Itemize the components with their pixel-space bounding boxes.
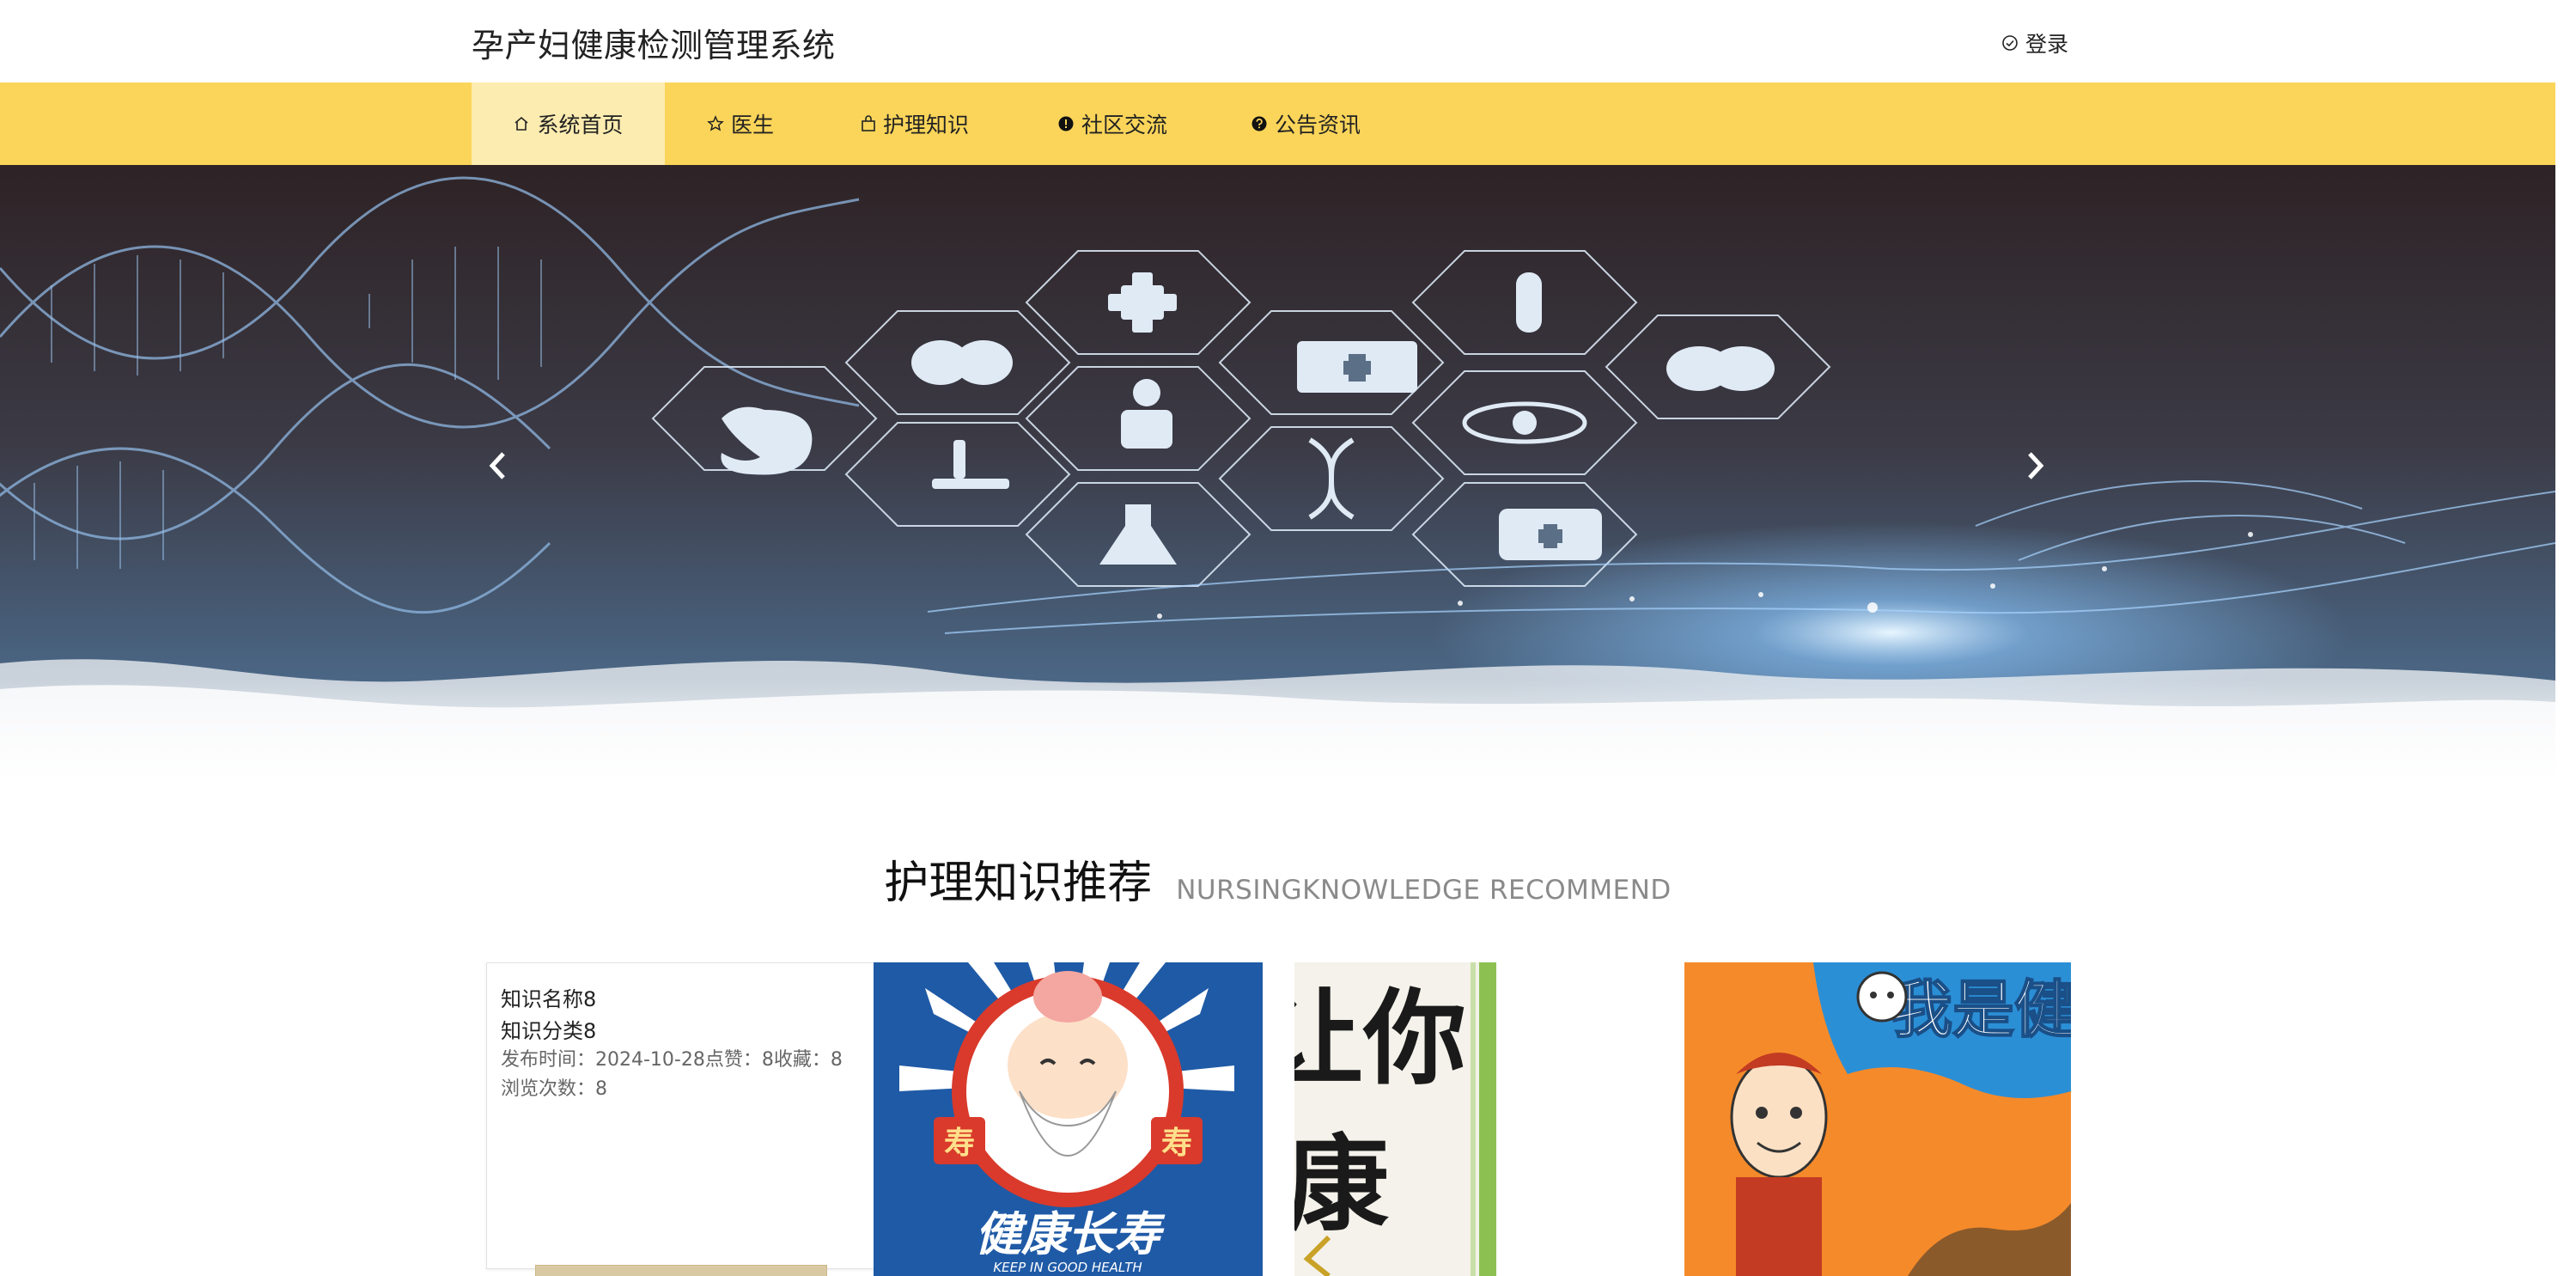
- poster1-subtitle: KEEP IN GOOD HEALTH: [993, 1260, 1142, 1275]
- section-title: 护理知识推荐: [884, 858, 1153, 909]
- poster1-title: 健康长寿: [975, 1207, 1166, 1261]
- star-icon: [707, 115, 724, 132]
- nav-item-label: 护理知识: [882, 113, 969, 137]
- login-label: 登录: [2025, 32, 2069, 57]
- nav-item-community[interactable]: 社区交流: [1044, 82, 1181, 165]
- poster2-top-text: 让你: [1294, 980, 1466, 1099]
- knowledge-cards: 知识名称8 知识分类8 发布时间：2024-10-28点赞：8收藏：8 浏览次数…: [486, 962, 2071, 1276]
- question-icon: [1251, 115, 1268, 132]
- home-icon: [513, 115, 530, 132]
- knowledge-card-image-3[interactable]: 我是健康宝: [1684, 962, 2071, 1276]
- poster1-badge-left: 寿: [944, 1126, 975, 1161]
- knowledge-meta-line2: 浏览次数：8: [501, 1078, 607, 1100]
- knowledge-card-image-1[interactable]: 寿 寿 健康长寿 KEEP IN GOOD HEALTH: [874, 962, 1263, 1276]
- info-icon: [1057, 115, 1075, 132]
- poster3-title: 我是健康宝: [1891, 974, 2071, 1046]
- knowledge-meta: 发布时间：2024-10-28点赞：8收藏：8 浏览次数：8: [501, 1046, 843, 1104]
- carousel-prev-button[interactable]: [472, 440, 523, 491]
- banner-image: [0, 165, 2555, 780]
- main-nav: 系统首页 医生 护理知识 社区交流 公告资讯: [0, 82, 2555, 165]
- poster-health-cartoon: 我是健康宝: [1684, 962, 2071, 1276]
- knowledge-card-image-2[interactable]: 让你 康: [1294, 962, 1496, 1276]
- bag-icon: [861, 115, 876, 132]
- nav-item-label: 社区交流: [1081, 113, 1167, 137]
- site-title: 孕产妇健康检测管理系统: [472, 27, 836, 64]
- nav-item-announcements[interactable]: 公告资讯: [1237, 82, 1374, 165]
- section-header: 护理知识推荐 NURSINGKNOWLEDGE RECOMMEND: [0, 851, 2555, 911]
- poster2-bottom-text: 康: [1294, 1126, 1389, 1245]
- check-circle-icon: [2001, 34, 2019, 52]
- login-link[interactable]: 登录: [2001, 27, 2068, 58]
- chevron-right-icon: [2025, 450, 2046, 481]
- nav-item-doctor[interactable]: 医生: [697, 82, 783, 165]
- nav-item-label: 医生: [730, 113, 774, 137]
- knowledge-card-next-row-preview: [535, 1265, 827, 1276]
- poster-longevity: 寿 寿 健康长寿 KEEP IN GOOD HEALTH: [874, 962, 1263, 1276]
- knowledge-meta-line1: 发布时间：2024-10-28点赞：8收藏：8: [501, 1049, 843, 1071]
- nav-item-label: 系统首页: [537, 113, 624, 137]
- poster-health-text: 让你 康: [1294, 962, 1496, 1276]
- nav-item-label: 公告资讯: [1274, 113, 1361, 137]
- header: 孕产妇健康检测管理系统 登录: [0, 0, 2555, 82]
- poster1-badge-right: 寿: [1161, 1126, 1192, 1161]
- nav-item-home[interactable]: 系统首页: [472, 82, 665, 165]
- knowledge-category: 知识分类8: [501, 1019, 597, 1043]
- section-subtitle: NURSINGKNOWLEDGE RECOMMEND: [1176, 875, 1672, 906]
- knowledge-name: 知识名称8: [501, 987, 597, 1011]
- chevron-left-icon: [487, 450, 508, 481]
- nav-item-nursing[interactable]: 护理知识: [850, 82, 979, 165]
- page: 孕产妇健康检测管理系统 登录 系统首页 医生 护理知识 社区交流 公告资讯 护理…: [0, 0, 2555, 1276]
- hero-carousel: [0, 165, 2555, 780]
- knowledge-card-info[interactable]: 知识名称8 知识分类8 发布时间：2024-10-28点赞：8收藏：8 浏览次数…: [486, 962, 874, 1269]
- carousel-next-button[interactable]: [2010, 440, 2061, 491]
